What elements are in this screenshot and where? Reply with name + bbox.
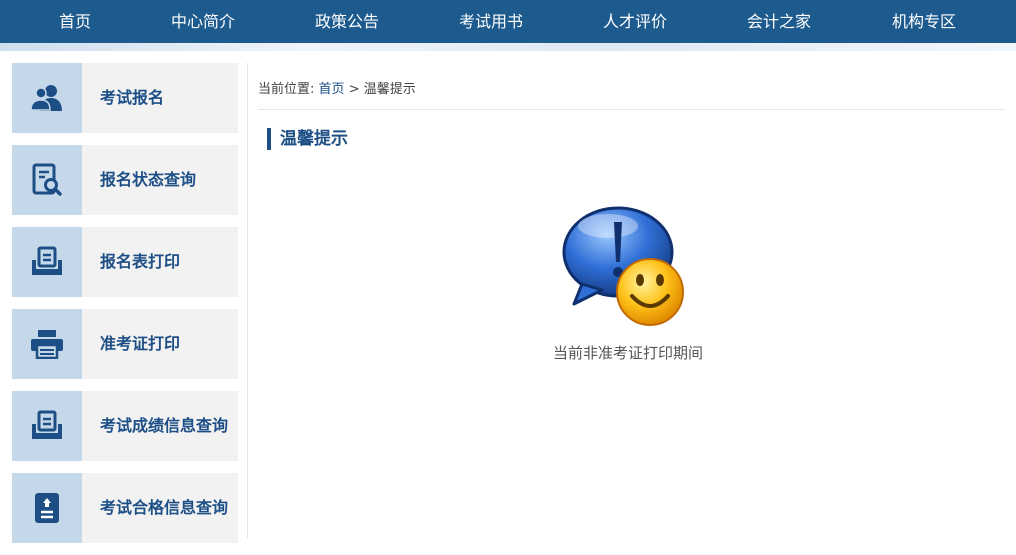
printer-icon <box>12 309 82 379</box>
document-search-icon <box>12 145 82 215</box>
nav-item-policy[interactable]: 政策公告 <box>256 0 438 43</box>
sidebar-item-exam-registration[interactable]: 考试报名 <box>12 63 238 133</box>
nav-item-institution[interactable]: 机构专区 <box>832 0 1016 43</box>
users-icon <box>12 63 82 133</box>
sidebar-item-label: 考试合格信息查询 <box>100 498 229 517</box>
nav-item-accountant-home[interactable]: 会计之家 <box>726 0 832 43</box>
page-title: 温馨提示 <box>267 128 348 150</box>
breadcrumb-divider <box>258 109 1005 110</box>
nav-item-talent[interactable]: 人才评价 <box>544 0 726 43</box>
sidebar-item-label: 考试报名 <box>100 88 165 107</box>
sidebar-item-label: 考试成绩信息查询 <box>100 416 229 435</box>
notice-message: 当前非准考证打印期间 <box>552 344 703 362</box>
form-tray-icon <box>12 227 82 297</box>
top-nav: 首页 中心简介 政策公告 考试用书 人才评价 会计之家 机构专区 <box>0 0 1016 43</box>
sidebar-item-label: 准考证打印 <box>100 334 181 353</box>
sidebar-item-label: 报名状态查询 <box>100 170 197 189</box>
sidebar-item-qualification-query[interactable]: 考试合格信息查询 <box>12 473 238 543</box>
sidebar-item-score-query[interactable]: 考试成绩信息查询 <box>12 391 238 461</box>
sidebar-item-label: 报名表打印 <box>100 252 181 271</box>
nav-list: 首页 中心简介 政策公告 考试用书 人才评价 会计之家 机构专区 <box>0 0 1016 43</box>
sidebar-divider <box>247 63 248 538</box>
breadcrumb-current: 温馨提示 <box>363 82 416 97</box>
certificate-icon <box>12 473 82 543</box>
breadcrumb-home-link[interactable]: 首页 <box>319 82 345 97</box>
breadcrumb: 当前位置: 首页 > 温馨提示 <box>258 78 416 97</box>
nav-item-home[interactable]: 首页 <box>0 0 150 43</box>
sidebar-item-registration-status[interactable]: 报名状态查询 <box>12 145 238 215</box>
breadcrumb-prefix: 当前位置: <box>258 82 315 97</box>
score-tray-icon <box>12 391 82 461</box>
sidebar-item-form-print[interactable]: 报名表打印 <box>12 227 238 297</box>
sidebar: 考试报名 报名状态查询 报名表打印 准考证打印 考试成绩信息查询 考试合格信息查… <box>12 63 238 555</box>
sidebar-item-admission-ticket-print[interactable]: 准考证打印 <box>12 309 238 379</box>
nav-item-about[interactable]: 中心简介 <box>150 0 256 43</box>
breadcrumb-separator: > <box>348 82 360 97</box>
nav-item-books[interactable]: 考试用书 <box>438 0 544 43</box>
speech-bubble-smiley-icon <box>560 204 690 332</box>
nav-decor-strip <box>0 43 1016 51</box>
